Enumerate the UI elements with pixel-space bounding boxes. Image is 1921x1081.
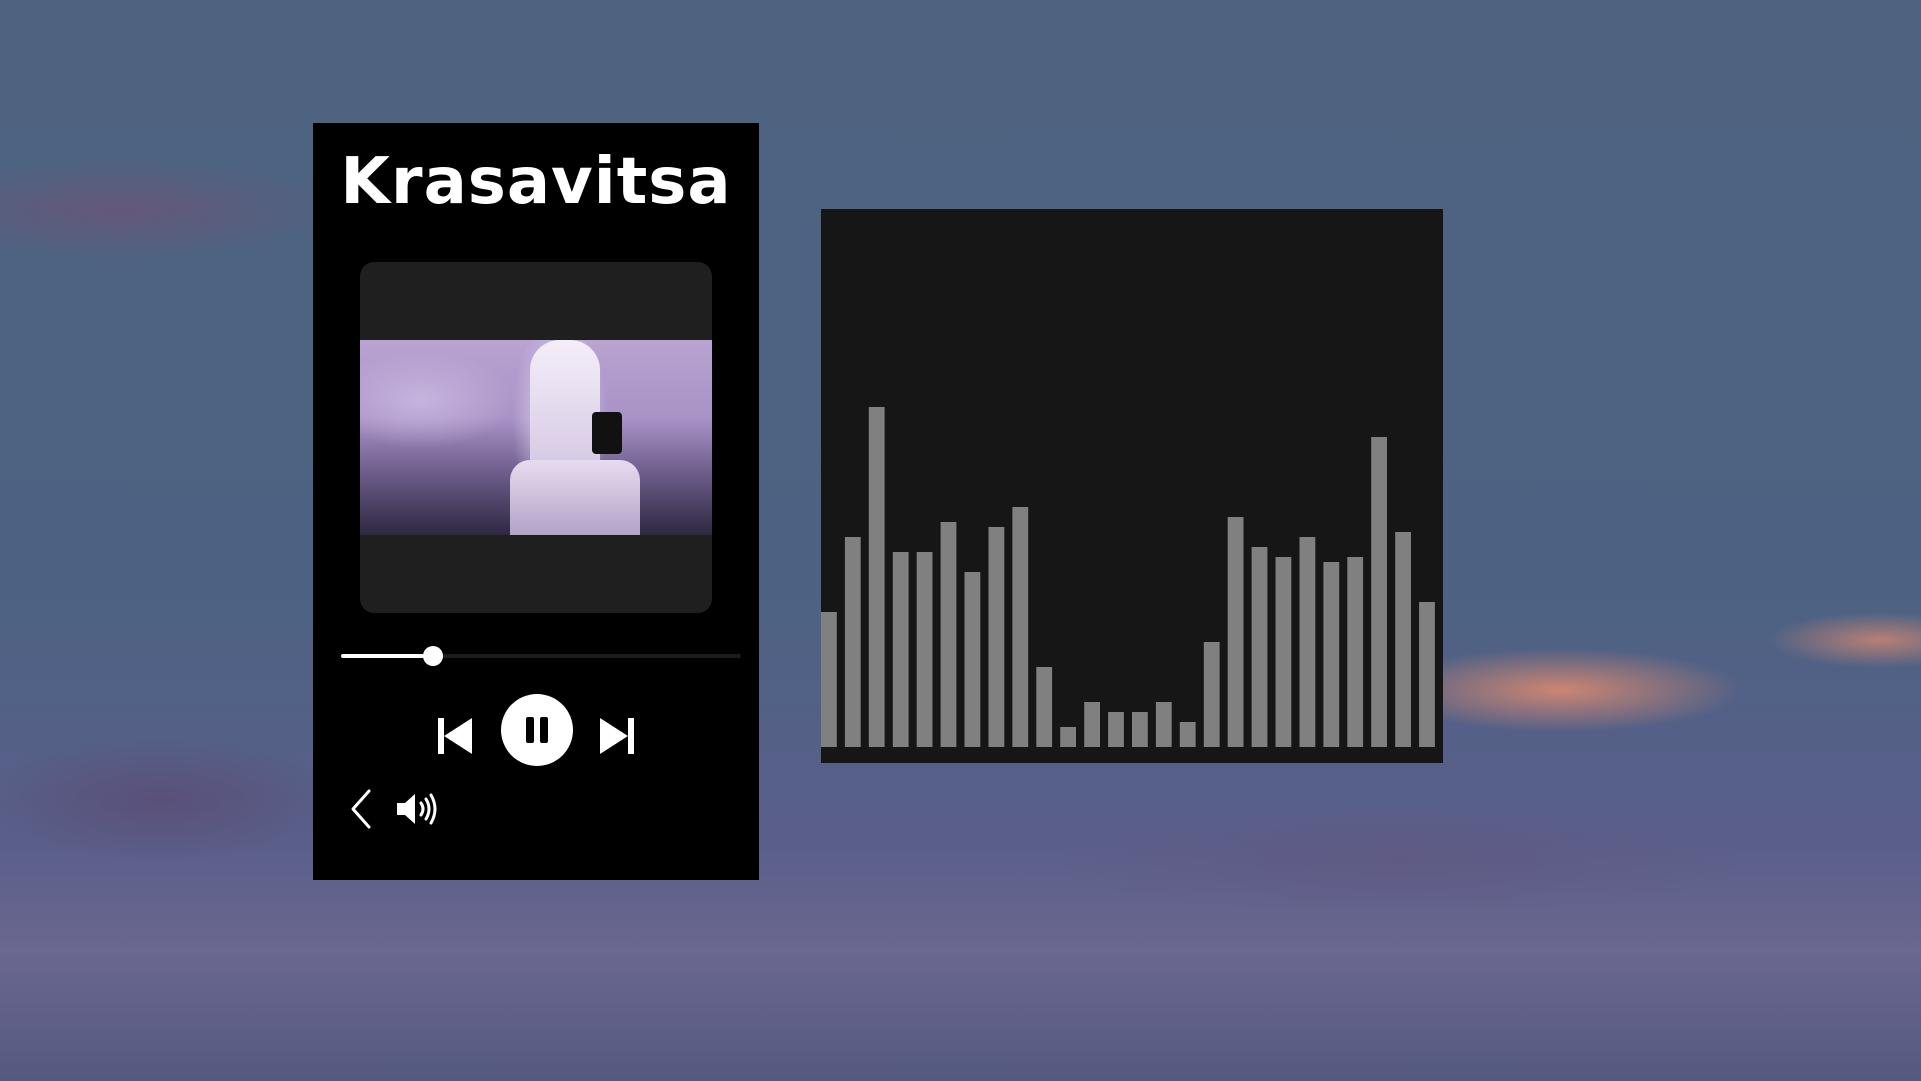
- visualizer-bar: [964, 572, 981, 747]
- progress-fill: [341, 654, 433, 658]
- visualizer-bar: [1251, 547, 1268, 747]
- play-pause-button[interactable]: [501, 694, 573, 766]
- visualizer-bar: [988, 527, 1005, 747]
- visualizer-bar: [1036, 667, 1053, 747]
- visualizer-bar: [1275, 557, 1292, 747]
- progress-thumb[interactable]: [423, 646, 443, 666]
- track-title: Krasavitsa: [340, 145, 732, 219]
- back-button[interactable]: [347, 787, 375, 831]
- pause-icon: [526, 717, 548, 743]
- visualizer-bar: [1155, 702, 1172, 747]
- volume-button[interactable]: [395, 791, 441, 827]
- visualizer-bar: [1203, 642, 1220, 747]
- album-art-card: [360, 262, 712, 613]
- audio-visualizer: [821, 209, 1443, 763]
- visualizer-bar: [868, 407, 885, 747]
- visualizer-bar: [1419, 602, 1435, 747]
- visualizer-bar: [1012, 507, 1029, 747]
- visualizer-bar: [1323, 562, 1340, 747]
- visualizer-bar: [1108, 712, 1124, 747]
- visualizer-bar: [1084, 702, 1100, 747]
- visualizer-chart: [821, 407, 1435, 747]
- visualizer-bar: [916, 552, 933, 747]
- chevron-left-icon: [351, 789, 371, 829]
- visualizer-bar: [1132, 712, 1148, 747]
- next-track-button[interactable]: [598, 716, 638, 756]
- visualizer-bar: [1299, 537, 1316, 747]
- previous-track-button[interactable]: [434, 716, 474, 756]
- skip-next-icon: [600, 718, 634, 754]
- skip-previous-icon: [438, 718, 472, 754]
- visualizer-bar: [1227, 517, 1244, 747]
- visualizer-bar: [1060, 727, 1076, 747]
- visualizer-bar: [1347, 557, 1364, 747]
- album-art-image: [360, 340, 712, 535]
- music-player-card: Krasavitsa: [313, 123, 759, 880]
- volume-icon: [397, 793, 437, 825]
- visualizer-bar: [940, 522, 957, 747]
- visualizer-bar: [844, 537, 861, 747]
- visualizer-bar: [1395, 532, 1411, 747]
- progress-bar[interactable]: [341, 646, 741, 666]
- visualizer-bar: [1371, 437, 1387, 747]
- visualizer-bar: [1179, 722, 1196, 747]
- visualizer-bar: [892, 552, 909, 747]
- visualizer-bar: [821, 612, 837, 747]
